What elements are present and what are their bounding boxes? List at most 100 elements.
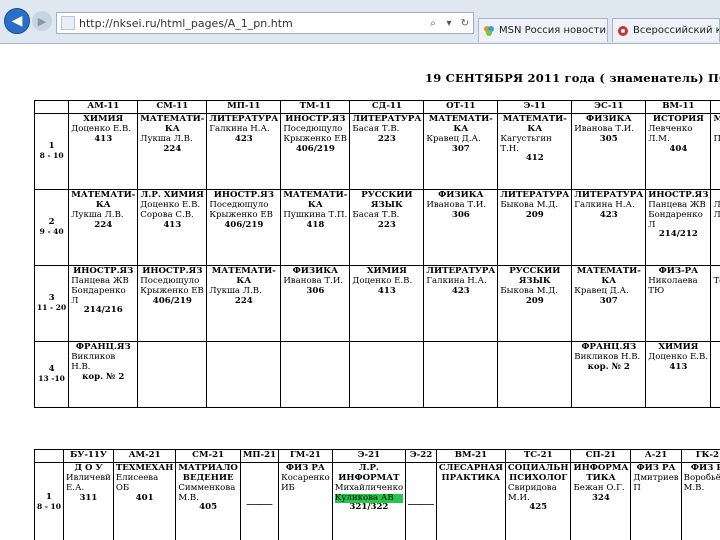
lesson-cell: ЛИТЕРАТУРА Быкова М.Д. 209: [497, 188, 573, 266]
room-number: кор. № 2: [82, 371, 125, 382]
teacher-name: Бондаренко Л: [71, 285, 126, 306]
site-icon: [618, 25, 628, 36]
lesson-row: 4 13 -10 ФРАНЦ.ЯЗ Викликов Н.В. кор. № 2 ФРАН…: [33, 340, 720, 408]
subject-name: МАТЕМАТИ-КА: [211, 265, 276, 286]
group-header: Э-11: [497, 100, 573, 114]
subject-name: РУССКИЙ ЯЗЫК: [509, 265, 561, 286]
schedule-table-first-year: АМ-11 СМ-11 МП-11 ТМ-11 СД-11 ОТ-11 Э-11 ЭС-11 В…: [33, 100, 720, 408]
teacher-name: Косаренко ИБ: [281, 472, 330, 493]
group-header: МП-11: [206, 100, 282, 114]
lesson-cell: Д О У Ивличевй Е.А. 311: [63, 461, 114, 540]
group-header: ВМ-21: [435, 449, 506, 463]
lesson-cell: ФИЗИКА Иванова Т.И. 305: [571, 112, 647, 190]
room-number: 306: [306, 285, 325, 296]
schedule-table-second-year: БУ-11У АМ-21 СМ-21 МП-21 ГМ-21 Э-21 Э-22 ВМ-21 Т…: [34, 449, 720, 540]
group-header: СМ-11: [137, 100, 208, 114]
lesson-cell: ИНФОРМА ТИКА Бежан О.Г. 324: [570, 461, 632, 540]
tab-msn[interactable]: MSN Россия новости, по... ×: [478, 18, 608, 42]
group-header: ГК-21: [680, 449, 720, 463]
teacher-name: Токарев А.Н.: [713, 275, 720, 286]
lesson-cell: ФИЗИКА Иванова Т.И. 306: [423, 188, 499, 266]
lesson-cell: Л.Р. ХИМИЯ Доценко Е.В. Сорова С.В. 413: [137, 188, 208, 266]
lesson-cell: МАТРИАЛО ВЕДЕНИЕ Симменкова М.В. 405: [175, 461, 241, 540]
lesson-cell: ЛИТЕРАТУРА Галкина Н.А. 423: [423, 264, 499, 342]
teacher-name: Пушкина Т.П.: [713, 134, 720, 145]
lesson-cell: ХИМИЯ Доценко Е.В. 413: [645, 340, 712, 408]
group-header: ВМ-11: [645, 100, 712, 114]
subject-name: МАТЕМАТИ-КА: [713, 114, 720, 135]
group-header: Э-22: [405, 449, 437, 463]
search-icon[interactable]: ⌕: [425, 18, 441, 29]
teacher-name: Ивличевй Е.А.: [66, 472, 111, 493]
tab-vserossiysky[interactable]: Всероссийский коли...: [612, 18, 720, 42]
room-number: 307: [451, 143, 470, 154]
room-number: 224: [163, 143, 182, 154]
teacher-name: Бондаренко Л: [648, 209, 703, 230]
lesson-cell: ФИЗ РА Косаренко ИБ: [278, 461, 333, 540]
lesson-cell: ФИЗ РАВоробьёнок М.В.: [680, 461, 720, 540]
pair-time: 8 - 10: [37, 502, 61, 511]
room-number: 418: [713, 145, 720, 155]
lesson-cell: ИНОСТР.ЯЗ Поседющуло Крыженко ЕВ 406/219: [137, 264, 208, 342]
lesson-cell: ТЕХМЕХАН Елисеева ОБ 401: [112, 461, 177, 540]
address-bar[interactable]: http://nksei.ru/html_pages/A_1_pn.htm ⌕ …: [56, 12, 474, 34]
lesson-cell: МАТЕМАТИ-КАПушкина Т.П.418: [710, 112, 720, 190]
room-number: 413: [94, 133, 113, 144]
lesson-cell: О Б ЖТокарев А.Н.201: [710, 264, 720, 342]
room-number: 418: [306, 219, 325, 230]
group-header: А-21: [630, 449, 682, 463]
lesson-cell: ИНОСТР.ЯЗ Поседющуло Крыженко ЕВ 406/219: [280, 112, 351, 190]
subject-name: МАТЕМАТИ-КА: [502, 113, 567, 134]
lesson-row: 18 - 10 ХИМИЯ Доценко Е.В. 413 МАТЕМАТИ-КА Лу…: [33, 112, 720, 190]
lesson-cell: [497, 340, 573, 408]
lesson-cell: ИНОСТР.ЯЗ Панцева ЖВ Бондаренко Л 214/216: [68, 264, 139, 342]
lesson-cell: [349, 340, 425, 408]
forward-icon[interactable]: ▶: [32, 11, 52, 31]
lesson-row: 18 - 10 Д О У Ивличевй Е.А. 311 ТЕХМЕХАН Елис…: [34, 461, 720, 540]
room-number: 406/219: [224, 219, 264, 230]
lesson-cell: МАТЕМАТИ-КА Кравец Д.А. 307: [571, 264, 647, 342]
lesson-cell: ИНОСТР.ЯЗ Поседющуло Крыженко ЕВ 406/219: [206, 188, 282, 266]
room-number: 214/212: [658, 229, 698, 240]
teacher-name: Свиридова М.И.: [507, 482, 557, 503]
pair-time: 11 - 20: [37, 303, 67, 312]
pair-number-cell: 18 - 10: [34, 461, 64, 540]
msn-icon: [484, 25, 494, 36]
dropdown-icon[interactable]: ▾: [441, 18, 457, 29]
refresh-icon[interactable]: ↻: [457, 18, 473, 29]
lesson-cell: [137, 340, 208, 408]
subject-name: СОЦИАЛЬН ПСИХОЛОГ: [507, 462, 569, 483]
room-number: 423: [599, 209, 618, 220]
lesson-cell: ХИМИЯ Доценко Е.В. 413: [68, 112, 139, 190]
pair-number-cell: 3 11 - 20: [33, 264, 70, 342]
room-number: 307: [599, 295, 618, 306]
lesson-cell: ______: [405, 461, 437, 540]
subject-name: СЛЕСАРНАЯ ПРАКТИКА: [438, 462, 503, 483]
lesson-row: 3 11 - 20 ИНОСТР.ЯЗ Панцева ЖВ Бондаренко Л2…: [33, 264, 720, 342]
room-number: 223: [377, 219, 396, 230]
subject-name: МАТЕМАТИ-КА: [283, 189, 348, 210]
lesson-cell: ФИЗ РА Дмитриев П: [630, 461, 682, 540]
lesson-cell: [423, 340, 499, 408]
group-header: АМ-21: [112, 449, 177, 463]
room-number: 404: [669, 143, 688, 154]
lesson-cell: МАТЕМАТИ-КА Кагустьгин Т.Н. 412: [497, 112, 573, 190]
room-number: 412: [525, 153, 544, 164]
pair-number-cell: 29 - 40: [33, 188, 70, 266]
url-text[interactable]: http://nksei.ru/html_pages/A_1_pn.htm: [79, 17, 425, 30]
group-header: ОТ-11: [423, 100, 499, 114]
room-number: 413: [377, 285, 396, 296]
group-header: ГМ-21: [278, 449, 333, 463]
lesson-cell: ХИМИЯ Доценко Е.В. 413: [349, 264, 425, 342]
header-corner: [33, 100, 70, 114]
pair-time: 8 - 10: [39, 151, 64, 160]
room-number: 425: [529, 502, 548, 513]
room-number: 406/219: [295, 143, 335, 154]
lesson-cell: ИСТОРИЯЛевченко Л.М.404: [710, 188, 720, 266]
lesson-cell: [206, 340, 282, 408]
group-header: ТМ-11: [280, 100, 351, 114]
header-corner: [34, 449, 64, 463]
empty-lesson-dash: ______: [246, 496, 273, 507]
room-number: 413: [163, 219, 182, 230]
back-icon[interactable]: ◀: [4, 8, 30, 34]
